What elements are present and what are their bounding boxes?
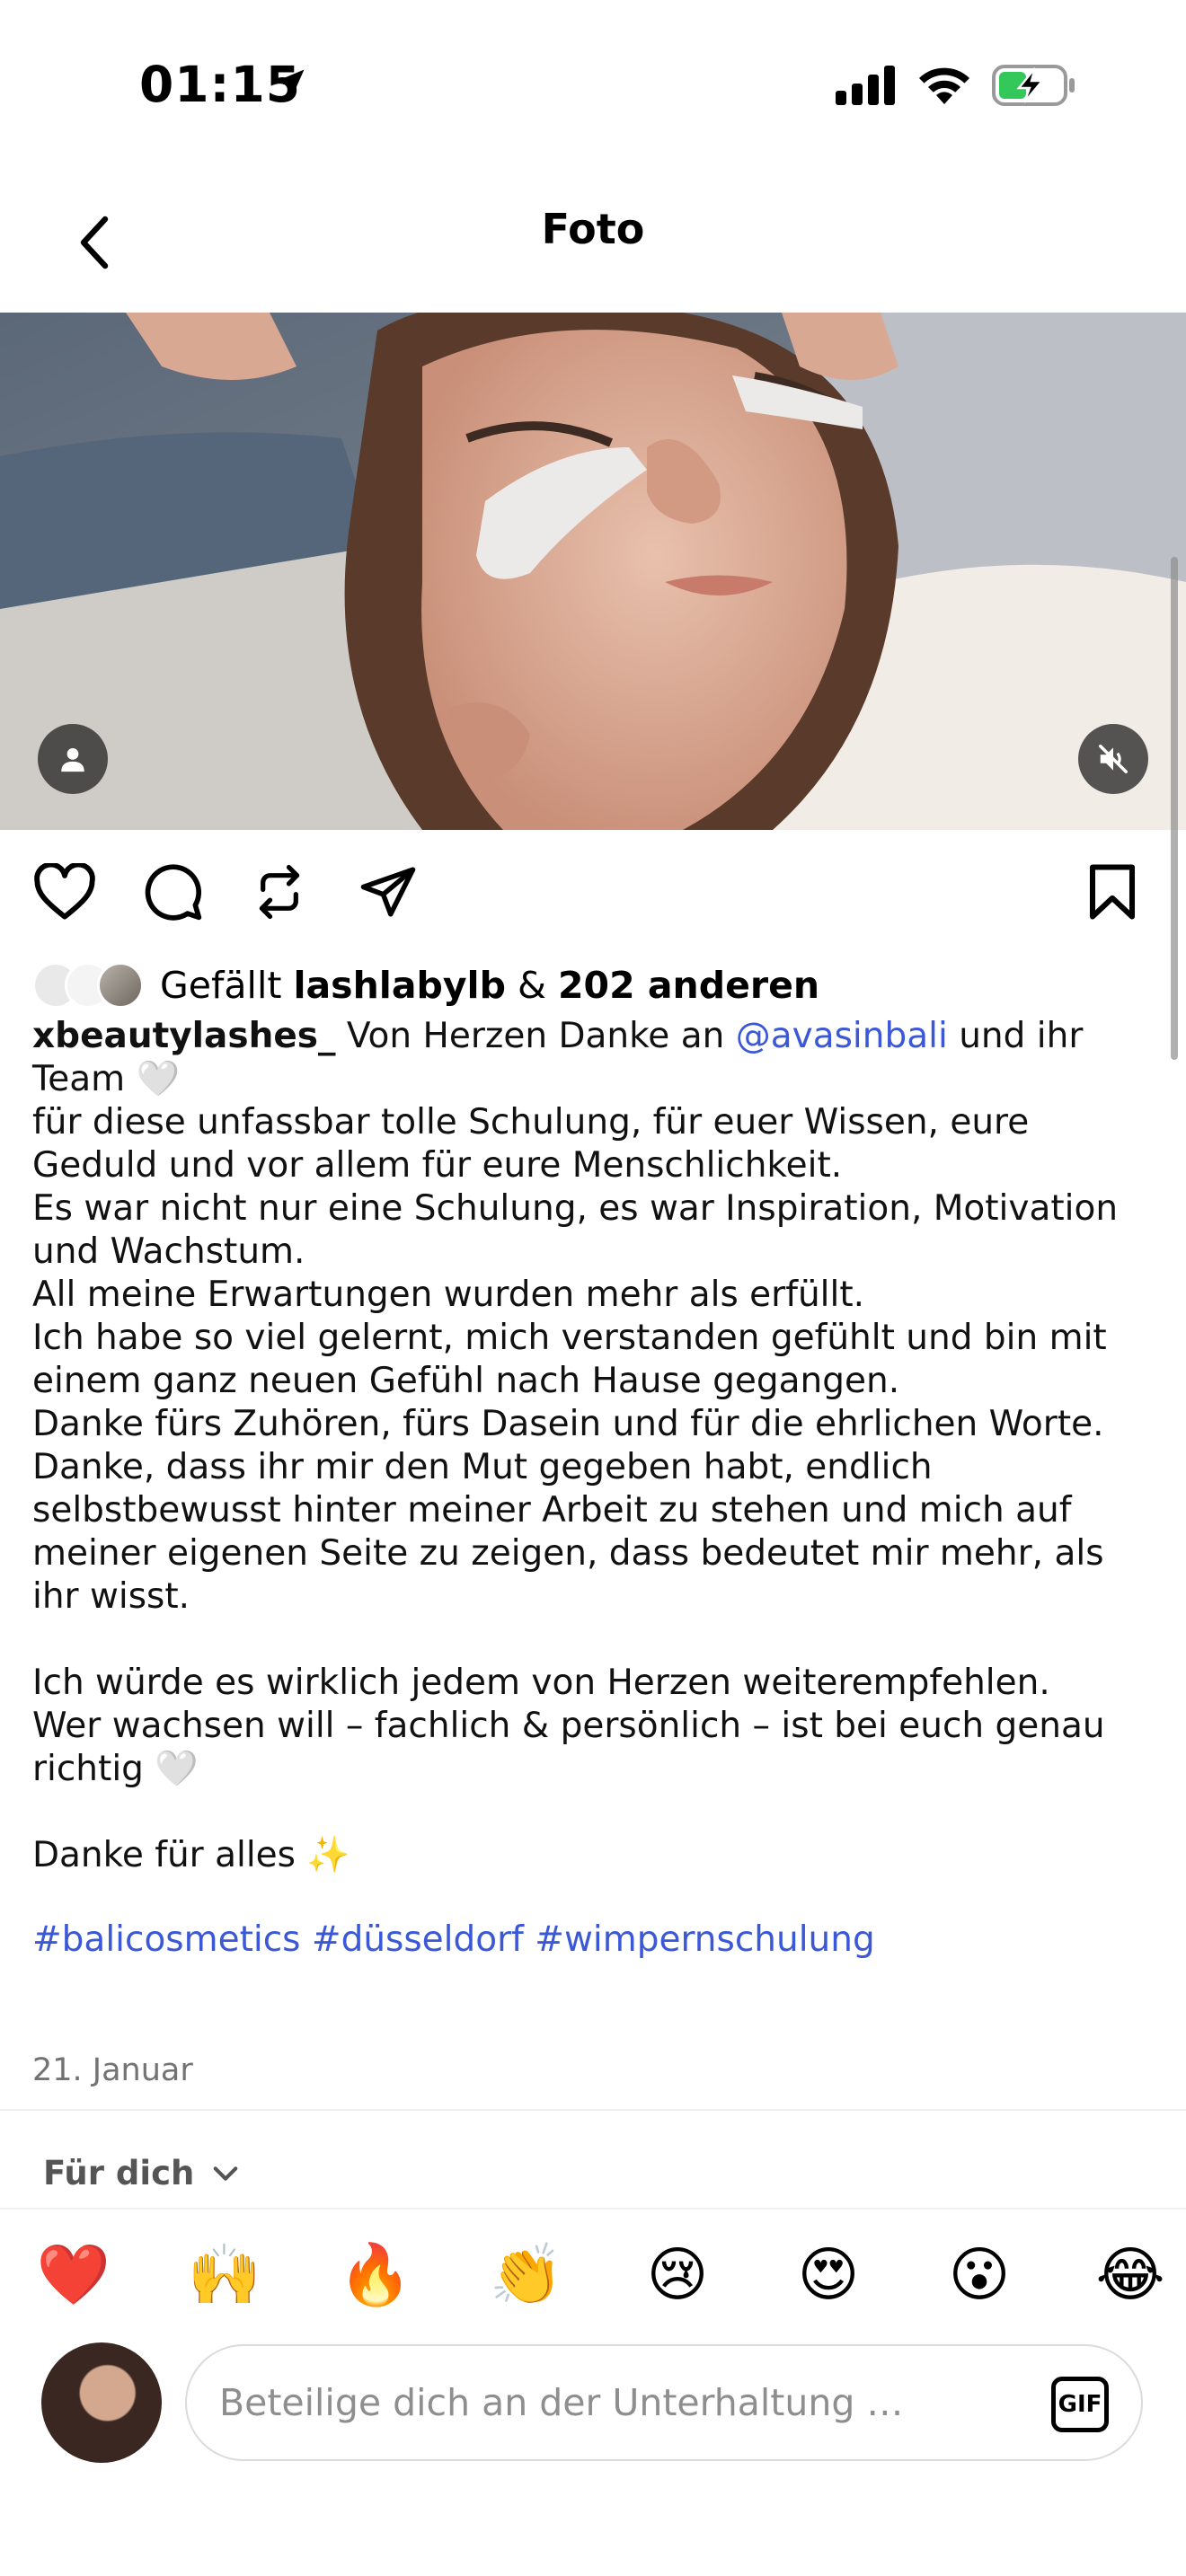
caption-hashtags[interactable]: #balicosmetics #düsseldorf #wimpernschul… <box>32 1919 1155 1962</box>
chevron-down-icon <box>214 2166 238 2181</box>
post-photo[interactable] <box>0 313 1186 830</box>
caption-line: Ich würde es wirklich jedem von Herzen w… <box>32 1663 1050 1703</box>
reaction-clap[interactable]: 👏 <box>489 2236 564 2312</box>
caption-line: Ich habe so viel gelernt, mich verstande… <box>32 1318 1107 1401</box>
photo-image <box>0 313 1186 830</box>
mute-button[interactable] <box>1078 724 1148 794</box>
liker-avatar <box>97 962 144 1009</box>
reaction-crying[interactable]: 😢 <box>640 2236 715 2312</box>
location-arrow-icon <box>274 69 305 100</box>
avatar <box>41 2342 162 2463</box>
caption-closing: Danke für alles ✨ <box>32 1835 350 1875</box>
likes-middle: & <box>505 964 559 1007</box>
share-button[interactable] <box>354 858 422 926</box>
quick-reactions: ❤️ 🙌 🔥 👏 😢 😍 😮 😂 <box>36 2236 1168 2308</box>
reaction-raised-hands[interactable]: 🙌 <box>187 2236 262 2312</box>
cellular-signal-icon <box>836 66 895 105</box>
save-button[interactable] <box>1078 858 1146 926</box>
speaker-muted-icon <box>1099 745 1128 773</box>
status-bar: 01:15 <box>0 0 1186 171</box>
divider <box>0 2208 1186 2210</box>
comment-filter-dropdown[interactable]: Für dich <box>43 2154 239 2192</box>
like-button[interactable] <box>31 858 99 926</box>
likes-user[interactable]: lashlabylb <box>293 964 506 1007</box>
caption-username[interactable]: xbeautylashes_ <box>32 1016 336 1056</box>
caption-line: Danke fürs Zuhören, fürs Dasein und für … <box>32 1404 1104 1444</box>
reaction-surprised[interactable]: 😮 <box>942 2236 1017 2312</box>
reaction-laughing[interactable]: 😂 <box>1093 2236 1168 2312</box>
bookmark-icon <box>1089 864 1136 920</box>
repost-button[interactable] <box>245 858 314 926</box>
battery-charging-icon <box>992 65 1075 106</box>
caption-intro: Von Herzen Danke an <box>335 1016 736 1056</box>
caption-line: Es war nicht nur eine Schulung, es war I… <box>32 1188 1119 1272</box>
reaction-fire[interactable]: 🔥 <box>338 2236 413 2312</box>
comment-filter-label: Für dich <box>43 2154 195 2192</box>
reaction-heart[interactable]: ❤️ <box>36 2236 111 2312</box>
wifi-icon <box>919 67 969 104</box>
caption-line: für diese unfassbar tolle Schulung, für … <box>32 1102 1030 1186</box>
likes-others[interactable]: 202 anderen <box>558 964 819 1007</box>
status-icons <box>836 65 1078 106</box>
caption-first-line: xbeautylashes_ Von Herzen Danke an @avas… <box>32 1015 1155 1101</box>
scrollbar[interactable] <box>1171 557 1178 1060</box>
reaction-heart-eyes[interactable]: 😍 <box>791 2236 866 2312</box>
gif-button[interactable]: GIF <box>1051 2377 1109 2432</box>
header: Foto <box>0 180 1186 305</box>
post-caption: xbeautylashes_ Von Herzen Danke an @avas… <box>32 1015 1155 1962</box>
comment-input[interactable] <box>219 2381 1010 2424</box>
divider <box>0 2109 1186 2111</box>
comment-button[interactable] <box>139 858 208 926</box>
heart-icon <box>34 863 95 920</box>
likes-text: Gefällt lashlabylb & 202 anderen <box>160 964 819 1007</box>
user-icon <box>61 747 84 772</box>
tagged-users-button[interactable] <box>38 724 108 794</box>
repost-icon <box>259 864 300 920</box>
caption-mention[interactable]: @avasinbali <box>736 1016 948 1056</box>
post-date: 21. Januar <box>32 2052 193 2088</box>
comment-composer: GIF <box>185 2344 1143 2461</box>
comment-icon <box>145 864 202 921</box>
likes-prefix: Gefällt <box>160 964 294 1007</box>
post-actions <box>0 858 1186 930</box>
caption-line: Wer wachsen will – fachlich & persönlich… <box>32 1706 1105 1789</box>
page-title: Foto <box>541 205 645 253</box>
caption-line: All meine Erwartungen wurden mehr als er… <box>32 1275 865 1315</box>
caption-line: Danke, dass ihr mir den Mut gegeben habt… <box>32 1447 1104 1617</box>
share-icon <box>360 867 416 917</box>
likes-summary[interactable]: Gefällt lashlabylb & 202 anderen <box>32 959 819 1011</box>
